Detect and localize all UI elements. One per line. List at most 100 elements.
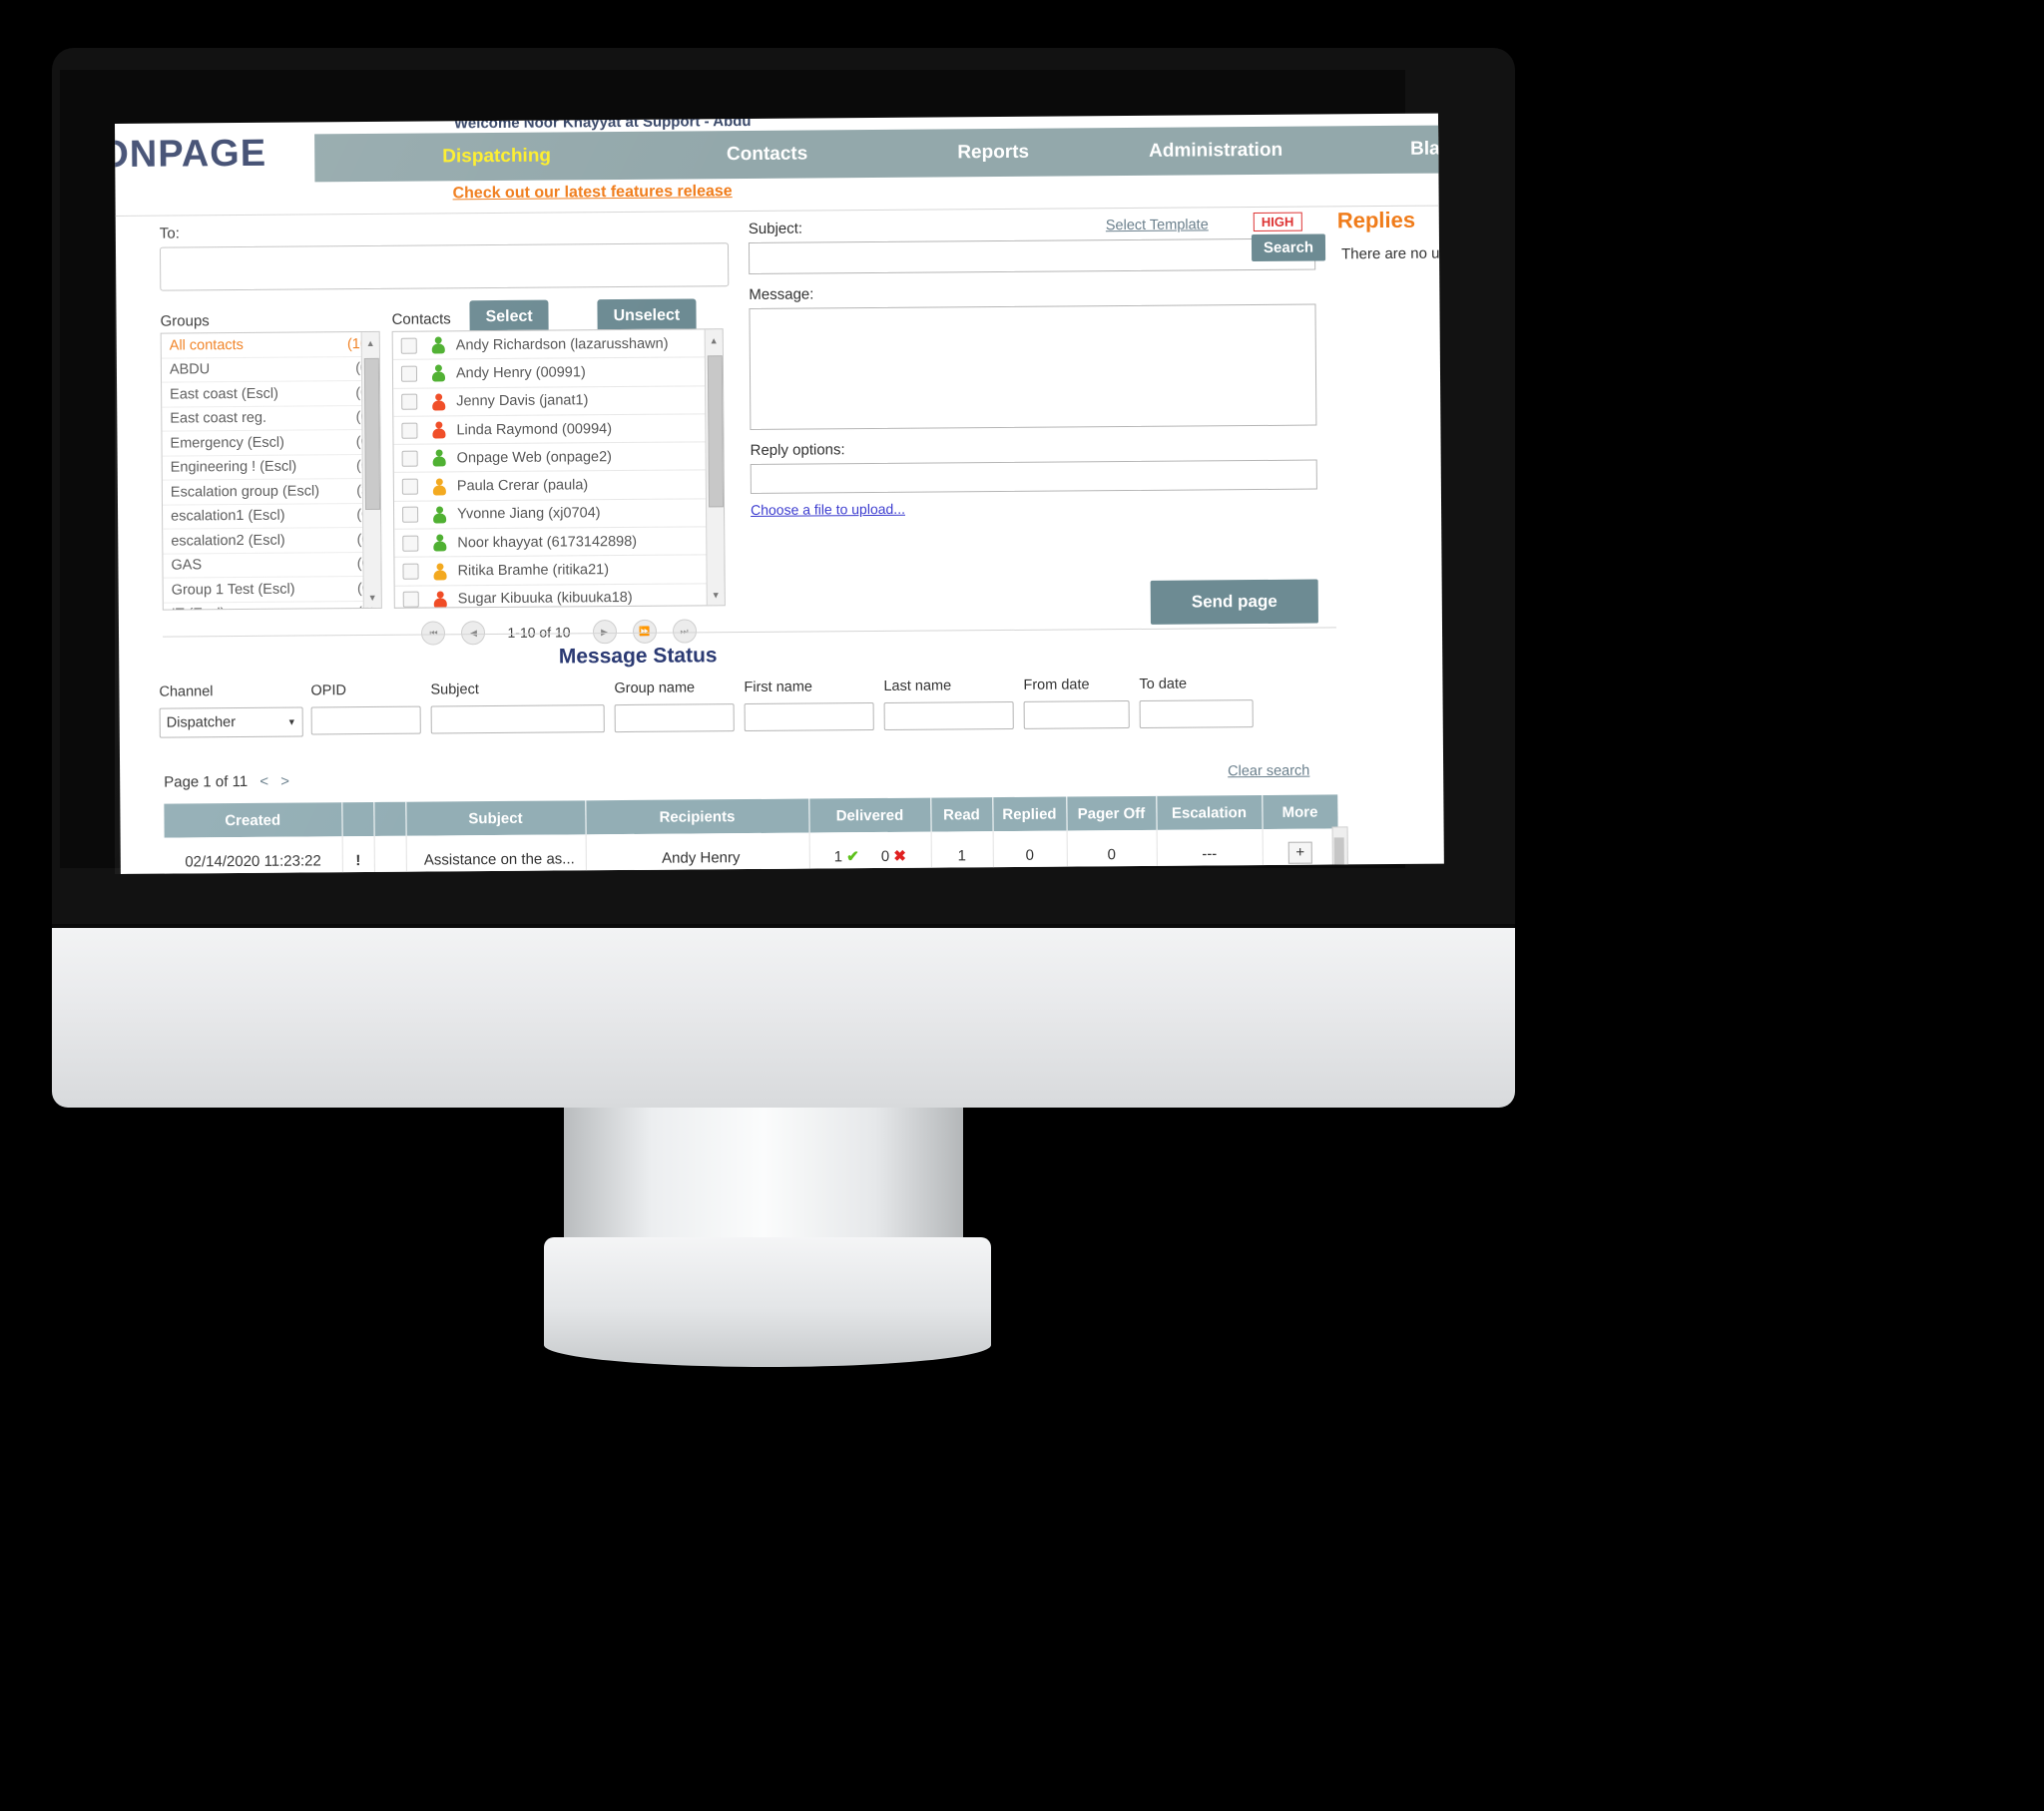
contact-checkbox[interactable] — [401, 422, 418, 439]
clear-search-link[interactable]: Clear search — [1228, 763, 1309, 780]
nav-item-contacts[interactable]: Contacts — [727, 144, 807, 167]
group-row[interactable]: Engineering ! (Escl)(0) — [162, 454, 380, 481]
group-row[interactable]: Escalation group (Escl)(3) — [162, 478, 380, 506]
contact-status-orange-icon — [432, 562, 447, 581]
search-button[interactable]: Search — [1251, 233, 1326, 262]
group-name: escalation1 (Escl) — [171, 507, 285, 525]
message-label: Message: — [749, 285, 814, 304]
contact-checkbox[interactable] — [401, 393, 418, 410]
group-row[interactable]: Emergency (Escl)(0) — [162, 429, 380, 457]
message-textarea[interactable] — [749, 303, 1317, 431]
table-header-blank-1 — [341, 801, 374, 837]
to-input[interactable] — [159, 242, 730, 291]
contact-row[interactable]: Andy Henry (00991) — [392, 357, 724, 389]
group-row[interactable]: East coast (Escl)(0) — [162, 380, 380, 408]
contact-name: Yvonne Jiang (xj0704) — [457, 505, 601, 523]
contacts-scrollbar[interactable]: ▲ ▼ — [704, 329, 725, 606]
filter-input[interactable] — [430, 704, 605, 734]
filter-to-date: To date — [1139, 676, 1254, 728]
filter-input[interactable] — [614, 703, 735, 733]
scroll-down-icon[interactable]: ▼ — [365, 590, 380, 605]
contact-checkbox[interactable] — [400, 337, 417, 354]
file-upload-link[interactable]: Choose a file to upload... — [751, 501, 905, 518]
cell-created: 02/14/2020 11:23:22 — [164, 836, 342, 874]
contact-row[interactable]: Noor khayyat (6173142898) — [394, 527, 725, 559]
group-row[interactable]: ABDU(0) — [161, 356, 380, 383]
contact-checkbox[interactable] — [401, 478, 418, 495]
scroll-down-icon[interactable]: ▼ — [709, 587, 724, 602]
contact-row[interactable]: Linda Raymond (00994) — [393, 414, 724, 446]
contact-checkbox[interactable] — [402, 507, 419, 524]
table-header-blank-2 — [373, 801, 406, 836]
nav-item-reports[interactable]: Reports — [957, 142, 1029, 165]
group-row[interactable]: escalation2 (Escl)(0) — [163, 527, 381, 555]
filter-label: To date — [1139, 676, 1188, 692]
scroll-up-icon[interactable]: ▲ — [707, 332, 722, 347]
nav-item-administration[interactable]: Administration — [1149, 140, 1282, 163]
expand-row-button[interactable]: + — [1287, 841, 1312, 864]
table-prev-icon[interactable]: < — [259, 773, 268, 790]
contact-status-green-icon — [432, 506, 447, 524]
table-next-icon[interactable]: > — [280, 773, 289, 790]
channel-select[interactable]: Dispatcher ▼ — [159, 706, 303, 738]
contact-row[interactable]: Yvonne Jiang (xj0704) — [393, 499, 725, 530]
filter-input[interactable] — [744, 702, 874, 732]
filter-from-date: From date — [1023, 677, 1130, 729]
contact-row[interactable]: Jenny Davis (janat1) — [393, 385, 724, 417]
contact-row[interactable]: Ritika Bramhe (ritika21) — [394, 555, 725, 587]
table-header-replied: Replied — [992, 796, 1067, 832]
contact-row[interactable]: Andy Richardson (lazarusshawn) — [392, 329, 723, 361]
group-row[interactable]: East coast reg.(0) — [162, 405, 380, 432]
group-row[interactable]: All contacts(10) — [161, 331, 379, 359]
contact-checkbox[interactable] — [402, 591, 419, 609]
filter-first-name: First name — [744, 679, 874, 732]
table-scroll-thumb[interactable] — [1333, 837, 1344, 868]
reply-options-input[interactable] — [750, 459, 1317, 495]
cross-icon: ✖ — [893, 847, 906, 865]
group-row[interactable]: GAS(0) — [163, 552, 381, 579]
contacts-scroll-thumb[interactable] — [707, 355, 725, 508]
filter-input[interactable] — [310, 705, 421, 735]
send-page-button[interactable]: Send page — [1150, 579, 1318, 625]
to-label: To: — [159, 225, 180, 242]
contact-checkbox[interactable] — [402, 563, 419, 580]
filter-input[interactable] — [1139, 699, 1254, 728]
groups-list[interactable]: All contacts(10)ABDU(0)East coast (Escl)… — [160, 330, 382, 611]
contact-row[interactable]: Paula Crerar (paula) — [393, 470, 724, 502]
group-row[interactable]: Group 1 Test (Escl)(0) — [163, 576, 381, 604]
filter-label: First name — [744, 679, 813, 696]
scroll-up-icon[interactable]: ▲ — [363, 335, 378, 350]
cell-subject: Assistance on the as... — [405, 834, 586, 874]
filter-input[interactable] — [883, 700, 1014, 730]
group-row[interactable]: escalation1 (Escl)(0) — [163, 503, 381, 530]
contact-checkbox[interactable] — [400, 365, 418, 382]
contact-checkbox[interactable] — [401, 450, 418, 467]
contact-name: Jenny Davis (janat1) — [456, 392, 589, 410]
groups-scrollbar[interactable]: ▲ ▼ — [360, 331, 381, 609]
filter-input[interactable] — [1023, 700, 1130, 729]
cell-delivered: 1 ✔ 0 ✖ — [808, 831, 931, 874]
group-name: escalation2 (Escl) — [171, 532, 285, 550]
group-name: ABDU — [169, 361, 211, 378]
groups-scroll-thumb[interactable] — [363, 357, 381, 511]
group-row[interactable]: IT (Escl)(0) — [163, 601, 381, 611]
contact-status-green-icon — [431, 364, 446, 382]
contact-checkbox[interactable] — [402, 535, 419, 552]
nav-item-dispatching[interactable]: Dispatching — [442, 146, 551, 169]
features-release-link[interactable]: Check out our latest features release — [452, 183, 732, 203]
chevron-down-icon: ▼ — [286, 716, 296, 727]
check-icon: ✔ — [846, 848, 859, 866]
contacts-label: Contacts — [391, 310, 451, 328]
message-status-filters: Channel Dispatcher ▼ OPID Subject Group name F… — [159, 675, 1336, 745]
subject-input[interactable] — [748, 237, 1316, 275]
select-template-link[interactable]: Select Template — [1106, 217, 1209, 233]
cell-priority-flag: ! — [341, 835, 374, 874]
contacts-list[interactable]: Andy Richardson (lazarusshawn) Andy Henry… — [391, 328, 726, 609]
priority-badge[interactable]: HIGH — [1253, 212, 1302, 232]
contact-row[interactable]: Sugar Kibuuka (kibuuka18) — [394, 583, 725, 609]
header-divider — [115, 205, 1444, 218]
filter-label: Subject — [430, 681, 479, 698]
contact-row[interactable]: Onpage Web (onpage2) — [393, 442, 724, 474]
onpage-logo[interactable]: ONPAGE — [115, 133, 266, 181]
table-header-more: More — [1262, 794, 1338, 829]
